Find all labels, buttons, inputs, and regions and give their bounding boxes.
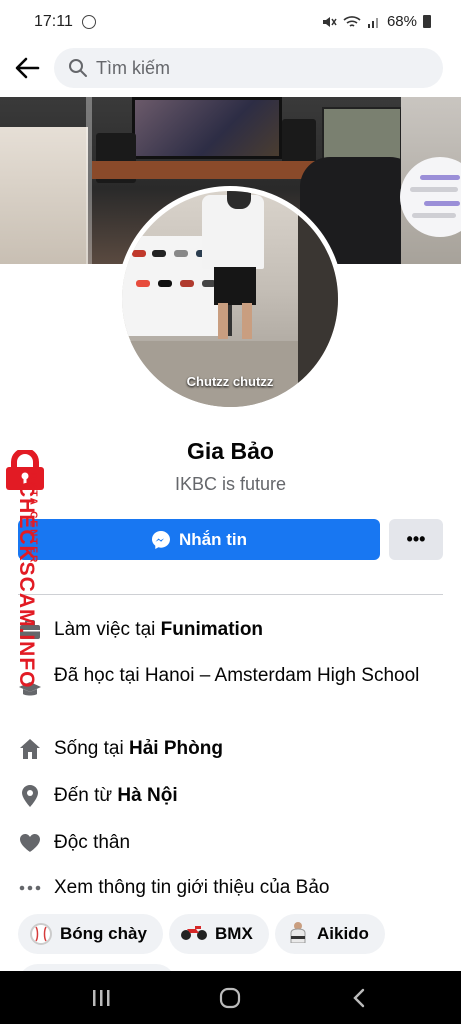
avatar-person-head xyxy=(227,191,251,209)
intro-lives-in[interactable]: Sống tại Hải Phòng xyxy=(18,735,443,762)
shoe xyxy=(180,280,194,287)
watermark-title: CHECKSCAM.INFO xyxy=(15,482,38,689)
heart-icon xyxy=(18,829,42,856)
back-nav-button[interactable] xyxy=(344,985,374,1011)
top-bar: Tìm kiếm xyxy=(0,44,461,92)
message-button-label: Nhắn tin xyxy=(179,529,247,549)
arrow-left-icon xyxy=(15,57,40,79)
shoe xyxy=(158,280,172,287)
baseball-icon xyxy=(30,923,52,945)
intro-education[interactable]: Đã học tại Hanoi – Amsterdam High School xyxy=(18,662,443,703)
hobby-chip-baseball[interactable]: Bóng chày xyxy=(18,914,163,954)
home-button[interactable] xyxy=(214,985,246,1011)
cover-desk xyxy=(92,161,332,179)
home-icon xyxy=(18,735,42,762)
recent-apps-icon xyxy=(93,990,110,1006)
chat-line xyxy=(424,201,460,206)
hobby-chip-label: Aikido xyxy=(317,924,369,943)
search-input[interactable]: Tìm kiếm xyxy=(54,48,443,88)
profile-name: Gia Bảo xyxy=(187,438,274,464)
shoe xyxy=(136,280,150,287)
intro-see-about[interactable]: Xem thông tin giới thiệu của Bảo xyxy=(18,874,443,901)
chevron-left-icon xyxy=(353,988,365,1008)
battery-percent: 68% xyxy=(386,13,417,30)
aikido-icon xyxy=(287,921,309,948)
back-button[interactable] xyxy=(10,52,44,84)
search-placeholder: Tìm kiếm xyxy=(96,57,170,78)
messenger-icon xyxy=(152,530,170,549)
avatar-caption: Chutzz chutzz xyxy=(186,374,274,389)
hobby-chip-aikido[interactable]: Aikido xyxy=(275,914,385,954)
message-button[interactable]: Nhắn tin xyxy=(18,519,380,560)
more-dots-icon xyxy=(18,874,42,901)
avatar-person-leg xyxy=(242,303,252,339)
checkscam-watermark: DATA CENTER CHECKSCAM.INFO xyxy=(0,450,48,689)
cover-light xyxy=(86,97,92,264)
avatar-person-leg xyxy=(218,303,228,339)
profile-avatar[interactable]: Chutzz chutzz xyxy=(117,186,343,412)
hobby-chip-bmx[interactable]: BMX xyxy=(169,914,269,954)
status-time: 17:11 xyxy=(34,13,73,30)
system-navigation-bar xyxy=(0,971,461,1024)
search-icon xyxy=(69,59,87,77)
bmx-bike-icon xyxy=(181,923,207,946)
divider xyxy=(18,594,443,595)
intro-see-about-text: Xem thông tin giới thiệu của Bảo xyxy=(54,877,330,898)
shoe xyxy=(174,250,188,257)
intro-relationship-text: Độc thân xyxy=(54,832,131,853)
cover-shelf xyxy=(0,127,88,264)
intro-from-text: Đến từ Hà Nội xyxy=(54,785,178,806)
wifi-icon xyxy=(343,15,361,27)
shoe xyxy=(132,250,146,257)
hobby-chip-label: Bóng chày xyxy=(60,924,147,943)
chat-line xyxy=(410,187,458,192)
home-circle-icon xyxy=(219,987,241,1009)
hobby-chip-label: BMX xyxy=(215,924,253,943)
signal-icon xyxy=(367,17,378,28)
battery-icon xyxy=(423,15,431,28)
avatar-person-shorts xyxy=(214,267,256,305)
recent-apps-button[interactable] xyxy=(86,985,116,1011)
intro-lives-in-text: Sống tại Hải Phòng xyxy=(54,738,223,759)
intro-education-text: Đã học tại Hanoi – Amsterdam High School xyxy=(54,665,420,686)
mute-icon xyxy=(322,16,337,27)
cover-speaker-right xyxy=(282,119,316,165)
status-bar: 17:11 68% xyxy=(0,0,461,44)
intro-from[interactable]: Đến từ Hà Nội xyxy=(18,782,443,809)
more-dots-icon: ••• xyxy=(406,529,426,549)
intro-work[interactable]: Làm việc tại Funimation xyxy=(18,616,443,643)
cover-monitor xyxy=(132,97,282,159)
intro-work-text: Làm việc tại Funimation xyxy=(54,619,264,640)
chat-line xyxy=(412,213,456,218)
intro-relationship[interactable]: Độc thân xyxy=(18,829,443,856)
location-pin-icon xyxy=(18,782,42,809)
messenger-notification-icon xyxy=(82,15,96,29)
profile-bio: IKBC is future xyxy=(174,474,287,494)
status-indicators: 68% xyxy=(321,13,431,30)
chat-line xyxy=(420,175,460,180)
more-options-button[interactable]: ••• xyxy=(389,519,443,560)
shoe xyxy=(152,250,166,257)
